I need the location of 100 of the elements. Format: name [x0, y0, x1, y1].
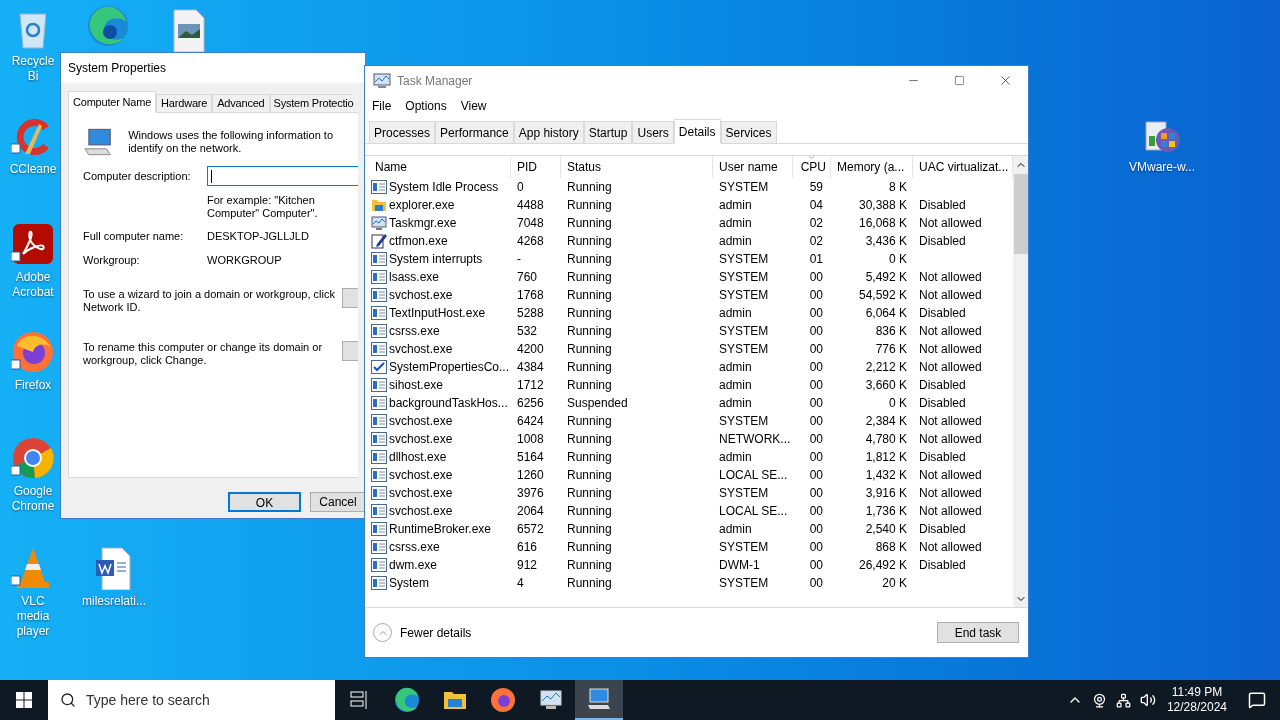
tab[interactable]: Users: [632, 121, 674, 143]
table-cell-text: 00: [808, 377, 824, 394]
search-box[interactable]: Type here to search: [48, 680, 335, 720]
folder-icon: [371, 197, 387, 213]
browser-icon[interactable]: [86, 4, 130, 48]
table-cell-text: 01: [808, 251, 824, 268]
table-cell: RuntimeBroker.exe: [369, 520, 511, 538]
table-cell-text: admin: [718, 233, 753, 250]
table-cell-text: 00: [808, 323, 824, 340]
intro-text: Windows uses the following information to identify on the network.: [128, 128, 334, 156]
table-cell-text: 00: [808, 503, 824, 520]
table-cell-text: 00: [808, 557, 824, 574]
menu-item[interactable]: Options: [405, 97, 447, 115]
table-cell-text: 3,916 K: [864, 485, 908, 502]
instruction-text: To rename this computer or change its domain or workgroup, click Change.: [83, 341, 324, 367]
table-cell-text: Running: [566, 557, 613, 574]
table-cell-text: NETWORK...: [718, 431, 792, 448]
firefox-icon[interactable]: [11, 330, 55, 374]
cancel-button[interactable]: Cancel: [310, 492, 365, 512]
taskbar-button[interactable]: [575, 680, 623, 720]
tab[interactable]: Computer Name: [68, 91, 157, 113]
table-cell-text: admin: [718, 377, 753, 394]
table-cell-text: 00: [808, 539, 824, 556]
table-cell-text: 4268: [516, 233, 545, 250]
table-cell-text: 836 K: [874, 323, 908, 340]
notifications-icon[interactable]: [1248, 691, 1266, 709]
column-header[interactable]: User name: [713, 156, 793, 178]
table-cell-text: 7048: [516, 215, 545, 232]
table-cell-text: SYSTEM: [718, 485, 770, 502]
scroll-thumb[interactable]: [1013, 174, 1028, 254]
table-cell-text: 02: [808, 215, 824, 232]
table-cell-text: 30,388 K: [857, 197, 908, 214]
menu-item[interactable]: View: [460, 97, 487, 115]
window-icon: [371, 269, 387, 285]
column-header[interactable]: Status: [561, 156, 713, 178]
table-cell-text: admin: [718, 215, 753, 232]
table-cell-text: 59: [808, 179, 824, 196]
table-cell-text: Not allowed: [918, 503, 983, 520]
table-cell-text: Running: [566, 233, 613, 250]
tab[interactable]: Performance: [435, 121, 514, 143]
table-cell-text: Not allowed: [918, 323, 983, 340]
table-cell-text: 4200: [516, 341, 545, 358]
end-task-button[interactable]: End task: [937, 622, 1019, 643]
table-cell: System: [369, 574, 511, 592]
column-header[interactable]: Memory (a...: [831, 156, 913, 178]
table-cell-text: Not allowed: [918, 539, 983, 556]
table-cell-text: 00: [808, 269, 824, 286]
tab[interactable]: Services: [720, 121, 777, 143]
hint-text: For example: "Kitchen Computer" Computer".: [207, 194, 319, 220]
pdf-reader-icon[interactable]: [11, 222, 55, 266]
window-icon: [371, 503, 387, 519]
table-cell: svchost.exe: [369, 466, 511, 484]
fewer-details-button[interactable]: Fewer details: [373, 623, 472, 642]
clock[interactable]: 11:49 PM 12/28/2024: [1164, 685, 1229, 715]
table-cell-text: Disabled: [918, 449, 967, 466]
table-cell-text: 1,812 K: [864, 449, 908, 466]
window-icon: [371, 305, 387, 321]
chrome-icon[interactable]: [11, 436, 55, 480]
tab[interactable]: Startup: [583, 121, 633, 143]
table-cell-text: DWM-1: [718, 557, 761, 574]
table-cell-text: LOCAL SE...: [718, 467, 789, 484]
table-cell-text: 1008: [516, 431, 545, 448]
table-cell-text: SYSTEM: [718, 179, 770, 196]
tab[interactable]: App history: [513, 121, 584, 143]
window-icon: [371, 341, 387, 357]
table-cell-text: Running: [566, 197, 613, 214]
table-cell-text: SYSTEM: [718, 341, 770, 358]
icon-label: milesrelati...: [82, 594, 146, 609]
window-title: System Properties: [68, 60, 167, 77]
volume-icon[interactable]: [1139, 692, 1156, 708]
table-cell: sihost.exe: [369, 376, 511, 394]
menu-item[interactable]: File: [372, 97, 392, 115]
table-cell-text: Disabled: [918, 377, 967, 394]
table-cell-text: 2,212 K: [864, 359, 908, 376]
column-header[interactable]: Name: [369, 156, 511, 178]
window-icon: [371, 521, 387, 537]
task-manager-icon: [373, 72, 391, 89]
tab[interactable]: Processes: [369, 121, 436, 143]
table-cell-text: admin: [718, 305, 753, 322]
table-cell-text: 6256: [516, 395, 545, 412]
camera-icon[interactable]: [1091, 692, 1107, 708]
column-header[interactable]: CPU: [793, 156, 831, 178]
table-cell-text: Running: [566, 575, 613, 592]
network-icon[interactable]: [1115, 692, 1131, 708]
table-cell-text: 0 K: [888, 395, 908, 412]
search-field[interactable]: Type here to search: [86, 689, 306, 711]
table-cell-text: 532: [516, 323, 539, 340]
table-cell: System interrupts: [369, 250, 511, 268]
tab[interactable]: Details: [673, 119, 721, 144]
table-cell-text: 760: [516, 269, 539, 286]
window-icon: [371, 539, 387, 555]
table-cell-text: Disabled: [918, 395, 967, 412]
window-title: Task Manager: [397, 72, 473, 90]
ok-button[interactable]: OK: [228, 492, 301, 512]
table-cell-text: Running: [566, 269, 613, 286]
description-field[interactable]: [207, 166, 358, 186]
table-cell-text: 868 K: [874, 539, 908, 556]
column-header[interactable]: PID: [511, 156, 561, 178]
table-cell-text: 20 K: [881, 575, 908, 592]
table-cell-text: 5,492 K: [864, 269, 908, 286]
